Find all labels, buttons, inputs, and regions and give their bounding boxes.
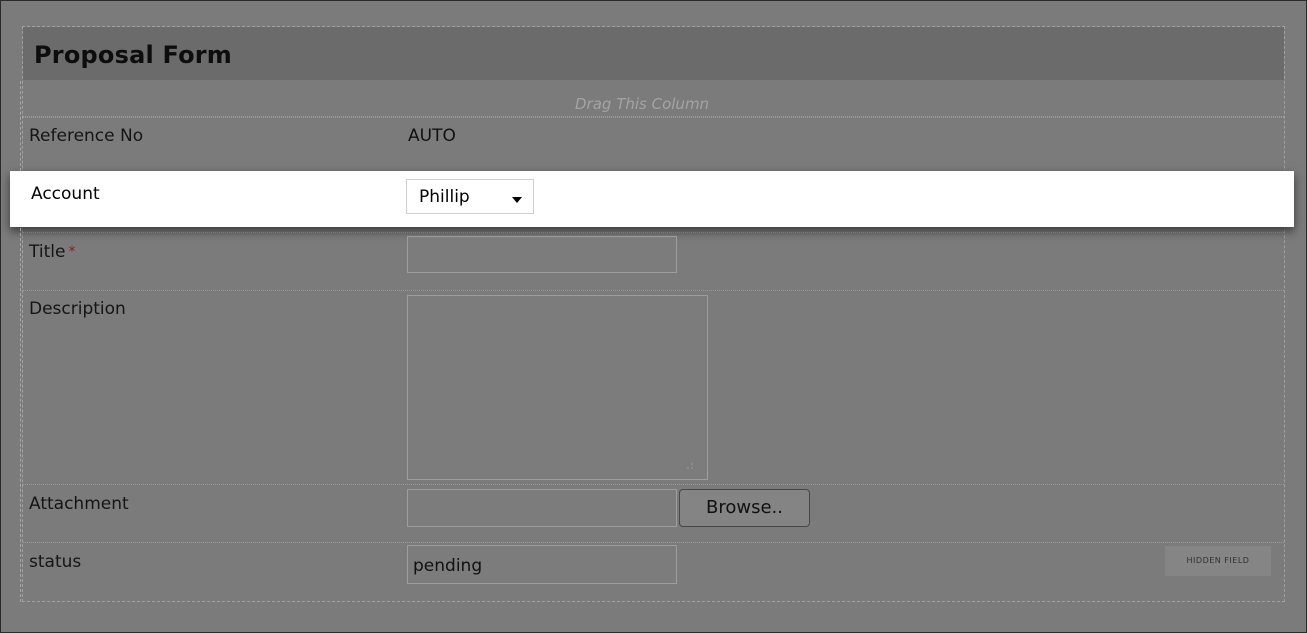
hidden-field-badge: HIDDEN FIELD xyxy=(1165,546,1271,576)
status-value: pending xyxy=(413,556,483,576)
row-divider xyxy=(23,232,1284,233)
required-asterisk: * xyxy=(68,244,76,260)
reference-no-label: Reference No xyxy=(29,126,144,146)
row-divider xyxy=(23,117,1284,118)
title-input[interactable] xyxy=(407,236,677,273)
title-label-text: Title xyxy=(29,242,66,262)
chevron-down-icon xyxy=(512,197,522,203)
title-label: Title * xyxy=(29,242,75,262)
reference-no-value: AUTO xyxy=(408,126,456,146)
description-textarea[interactable] xyxy=(407,295,708,480)
row-divider xyxy=(23,542,1284,543)
row-divider xyxy=(23,290,1284,291)
description-label: Description xyxy=(29,299,126,319)
left-dashed-edge xyxy=(20,228,25,602)
row-divider xyxy=(23,484,1284,485)
attachment-label: Attachment xyxy=(29,494,129,514)
left-dashed-edge xyxy=(20,81,25,171)
page-title: Proposal Form xyxy=(34,41,232,69)
drag-hint-label: Drag This Column xyxy=(575,95,710,113)
resize-grip-icon[interactable] xyxy=(680,456,696,472)
account-label: Account xyxy=(31,184,100,204)
attachment-file-input[interactable] xyxy=(407,489,677,527)
account-row-highlight xyxy=(10,171,1294,227)
browse-button[interactable]: Browse.. xyxy=(679,489,810,527)
status-label: status xyxy=(29,552,82,572)
